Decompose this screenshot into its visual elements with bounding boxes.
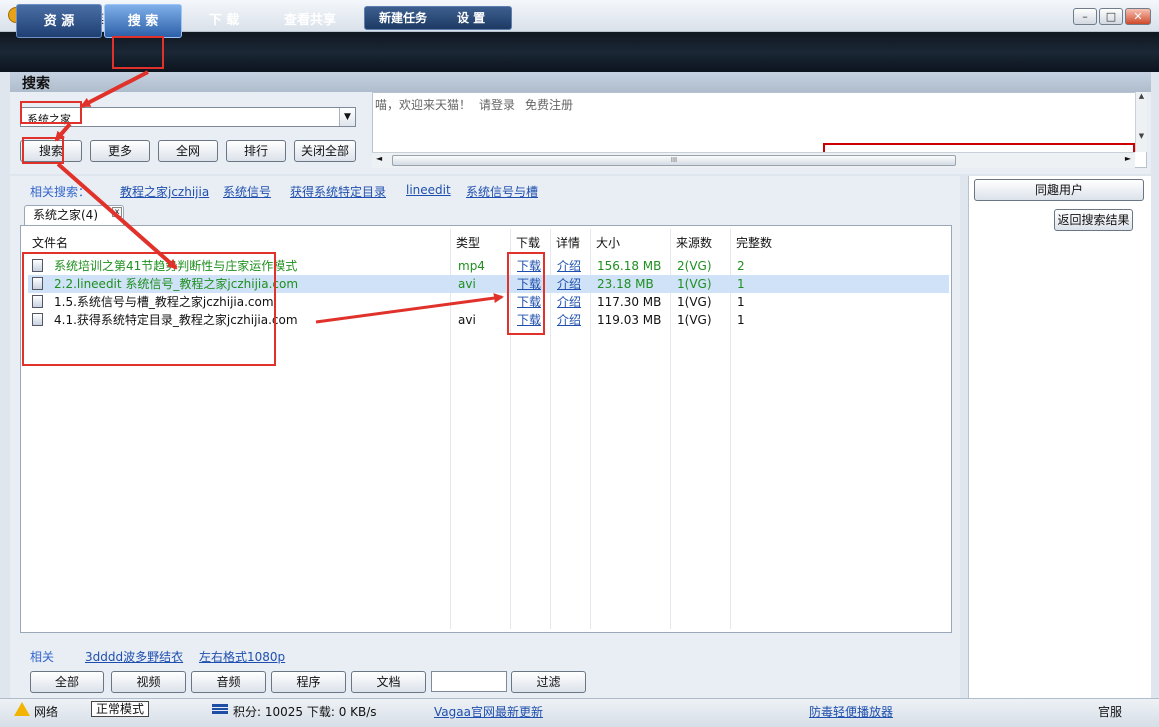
related-link[interactable]: 系统信号与槽: [466, 183, 538, 200]
bottom-related-link[interactable]: 左右格式1080p: [199, 648, 285, 665]
file-size: 119.03 MB: [597, 313, 662, 327]
file-size: 117.30 MB: [597, 295, 662, 309]
source-count: 2(VG): [677, 259, 712, 273]
detail-link[interactable]: 介绍: [557, 257, 581, 275]
tab-download[interactable]: 下 载: [192, 4, 256, 38]
file-type: avi: [458, 313, 476, 327]
close-button[interactable]: ✕: [1125, 8, 1151, 25]
complete-count: 1: [737, 313, 745, 327]
player-link[interactable]: 防毒轻便播放器: [809, 703, 893, 720]
tab-view-shares[interactable]: 查看共享: [270, 4, 350, 38]
detail-link[interactable]: 介绍: [557, 293, 581, 311]
close-all-button[interactable]: 关闭全部: [294, 140, 356, 162]
maximize-button[interactable]: □: [1099, 8, 1123, 25]
settings-button[interactable]: 设 置: [457, 7, 485, 29]
similar-users-button[interactable]: 同趣用户: [974, 179, 1144, 201]
annotation-box-search-tab: [112, 36, 164, 69]
related-link[interactable]: 获得系统特定目录: [290, 183, 386, 200]
filter-apply-button[interactable]: 过滤: [511, 671, 586, 693]
column-header-detail[interactable]: 详情: [556, 234, 580, 251]
results-tab[interactable]: 系统之家(4): [24, 205, 124, 225]
complete-count: 1: [737, 277, 745, 291]
back-to-results-button[interactable]: 返回搜索结果: [1054, 209, 1133, 231]
web-vertical-scrollbar[interactable]: ▲ ▼: [1135, 92, 1147, 152]
dropdown-arrow-icon[interactable]: ▼: [339, 108, 355, 126]
related-link[interactable]: 系统信号: [223, 183, 271, 200]
scroll-right-icon[interactable]: ►: [1125, 154, 1131, 163]
complete-count: 2: [737, 259, 745, 273]
detail-link[interactable]: 介绍: [557, 275, 581, 293]
file-type: mp4: [458, 259, 485, 273]
bottom-related-label: 相关: [30, 650, 55, 664]
section-title: 搜索: [22, 76, 50, 92]
web-greeting: 喵，欢迎来天猫！: [375, 98, 472, 112]
complete-count: 1: [737, 295, 745, 309]
annotation-box-query: [20, 101, 82, 124]
related-link[interactable]: lineedit: [406, 183, 451, 197]
more-button[interactable]: 更多: [90, 140, 150, 162]
filter-audio-button[interactable]: 音频: [191, 671, 266, 693]
column-header-filename[interactable]: 文件名: [32, 234, 68, 251]
warning-icon: [14, 702, 30, 716]
tab-search[interactable]: 搜 索: [104, 4, 182, 38]
new-task-button[interactable]: 新建任务: [379, 7, 427, 29]
right-panel: [968, 176, 1151, 698]
tab-resources[interactable]: 资 源: [16, 4, 102, 38]
minimize-button[interactable]: –: [1073, 8, 1097, 25]
source-count: 1(VG): [677, 313, 712, 327]
scroll-thumb[interactable]: III: [392, 155, 956, 166]
status-bar: [0, 698, 1159, 727]
related-link[interactable]: 教程之家jczhijia: [120, 183, 209, 200]
window-controls: – □ ✕: [1073, 8, 1151, 25]
web-horizontal-scrollbar[interactable]: ◄ III ►: [372, 152, 1135, 168]
filter-video-button[interactable]: 视频: [111, 671, 186, 693]
tab-close-icon[interactable]: x: [112, 207, 122, 217]
file-size: 156.18 MB: [597, 259, 662, 273]
file-size: 23.18 MB: [597, 277, 654, 291]
points-download-status: 积分: 10025 下载: 0 KB/s: [233, 705, 377, 719]
annotation-box-download: [507, 252, 545, 335]
network-status: 网络: [34, 705, 59, 719]
register-link[interactable]: 免费注册: [525, 96, 573, 113]
mode-status[interactable]: 正常模式: [91, 701, 149, 717]
scroll-left-icon[interactable]: ◄: [376, 154, 382, 163]
main-nav: [0, 32, 1159, 72]
login-link[interactable]: 请登录: [479, 96, 515, 113]
section-header: [10, 72, 1151, 92]
related-searches-label: 相关搜索：: [30, 185, 91, 199]
annotation-box-results: [22, 252, 276, 366]
all-web-button[interactable]: 全网: [158, 140, 218, 162]
bottom-related-link[interactable]: 3dddd波多野结衣: [85, 648, 183, 665]
column-header-size[interactable]: 大小: [596, 234, 620, 251]
scroll-down-icon[interactable]: ▼: [1136, 132, 1147, 140]
annotation-box-search-button: [22, 137, 64, 164]
detail-link[interactable]: 介绍: [557, 311, 581, 329]
filter-all-button[interactable]: 全部: [30, 671, 104, 693]
filter-program-button[interactable]: 程序: [271, 671, 346, 693]
update-link[interactable]: Vagaa官网最新更新: [434, 703, 543, 720]
source-count: 1(VG): [677, 295, 712, 309]
column-header-complete[interactable]: 完整数: [736, 234, 772, 251]
filter-document-button[interactable]: 文档: [351, 671, 426, 693]
stats-icon: [212, 704, 228, 714]
column-header-sources[interactable]: 来源数: [676, 234, 712, 251]
scroll-up-icon[interactable]: ▲: [1136, 92, 1147, 100]
filter-input[interactable]: [431, 671, 507, 692]
source-count: 1(VG): [677, 277, 712, 291]
ranking-button[interactable]: 排行: [226, 140, 286, 162]
nav-action-group: 新建任务 设 置: [364, 6, 512, 30]
file-type: avi: [458, 277, 476, 291]
column-header-type[interactable]: 类型: [456, 234, 480, 251]
column-header-download[interactable]: 下载: [516, 234, 540, 251]
status-right-text: 官服: [1098, 705, 1123, 719]
